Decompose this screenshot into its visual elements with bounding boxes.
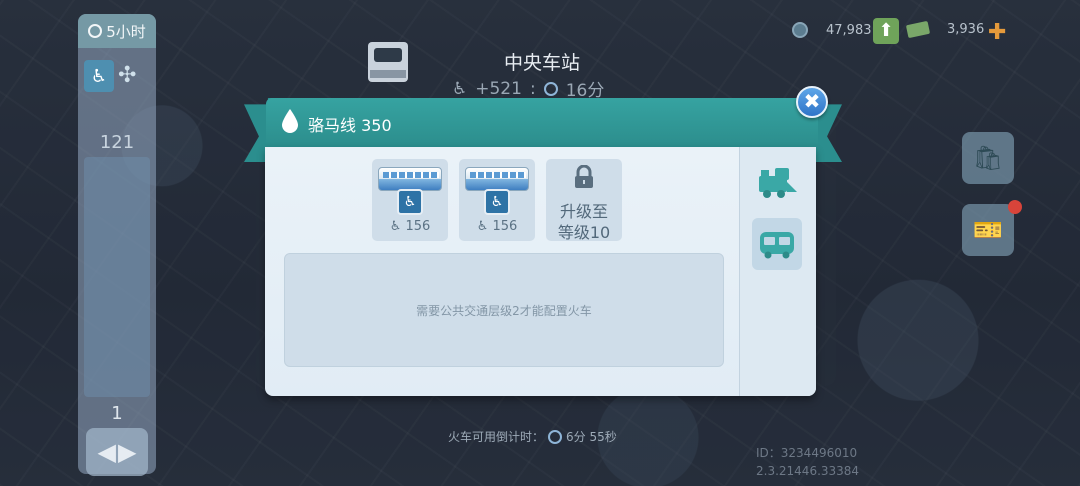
tab-bus[interactable] (752, 218, 802, 270)
simoleon-counter: 47,983 (792, 22, 872, 38)
stopwatch-icon (548, 429, 563, 444)
version-info: ID：3234496010 2.3.21446.33384 (756, 444, 859, 480)
left-panel-list[interactable] (84, 157, 150, 397)
vehicle-slot-1[interactable]: ♿ ♿ 156 (372, 159, 448, 241)
train-countdown-value: 6分 55秒 (566, 430, 617, 444)
version-id: ID：3234496010 (756, 446, 858, 460)
station-icon (368, 42, 408, 82)
bus-car-image (378, 167, 442, 191)
arrow-right-icon[interactable]: ▶ (118, 438, 136, 466)
shop-bag-button[interactable]: 🛍 (962, 132, 1014, 184)
bus-car-image (465, 167, 529, 191)
left-panel-page: 1 (111, 403, 123, 424)
line-title: 骆马线 350 (308, 116, 392, 135)
slot-capacity: ♿ 156 (389, 219, 431, 234)
fan-icon: ✣ (118, 63, 137, 88)
ticket-icon: 🎫 (973, 216, 1003, 244)
arrow-up-icon[interactable]: ⬆ (873, 18, 899, 44)
slot-capacity-value: 156 (492, 219, 518, 234)
slot-capacity-value: 156 (405, 219, 431, 234)
notification-badge (1008, 200, 1022, 214)
cash-icon (905, 20, 931, 39)
plus-icon[interactable]: ✚ (988, 20, 1006, 45)
left-panel: 5小时 ♿ ✣ 121 1 ◀ ▶ (78, 14, 156, 476)
bus-icon (760, 232, 794, 259)
requirement-notice: 需要公共交通层级2才能配置火车 (284, 253, 724, 367)
train-countdown: 火车可用倒计时： 6分 55秒 (448, 428, 617, 445)
ticket-button[interactable]: 🎫 (962, 204, 1014, 256)
left-panel-seat: ♿ ✣ (84, 60, 146, 102)
seat-icon: ♿ (84, 60, 114, 92)
lock-icon (575, 165, 593, 188)
upgrade-line-1: 升级至 (559, 202, 608, 221)
simoleon-amount: 47,983 (826, 22, 872, 38)
station-separator: : (529, 78, 536, 99)
water-drop-icon (282, 109, 298, 133)
seat-icon: ♿ (397, 189, 423, 215)
left-right-arrows-button[interactable]: ◀ ▶ (86, 428, 148, 476)
version-build: 2.3.21446.33384 (756, 464, 860, 478)
tab-train[interactable] (752, 156, 802, 208)
upgrade-line-2: 等级10 (557, 223, 611, 242)
stopwatch-icon (543, 81, 558, 96)
arrow-left-icon[interactable]: ◀ (98, 438, 116, 466)
station-title: 中央车站 (503, 52, 580, 74)
close-icon: ✖ (803, 89, 821, 113)
left-panel-count: 121 (99, 132, 135, 153)
cash-amount: 3,936 (947, 22, 985, 37)
left-panel-timer: 5小时 (78, 14, 156, 48)
station-bonus: +521 (475, 78, 522, 99)
seat-icon: ♿ (452, 78, 468, 99)
train-countdown-label: 火车可用倒计时： (448, 430, 545, 444)
left-panel-timer-text: 5小时 (106, 22, 146, 41)
vehicle-slot-2[interactable]: ♿ ♿ 156 (459, 159, 535, 241)
upgrade-requirement: 升级至 等级10 (546, 201, 622, 243)
cash-counter: 3,936 (905, 20, 985, 39)
train-icon (759, 168, 797, 198)
simoleon-icon (792, 22, 808, 38)
vehicle-slot-locked[interactable]: 升级至 等级10 (546, 159, 622, 243)
seat-icon: ♿ (484, 189, 510, 215)
slot-capacity: ♿ 156 (476, 219, 518, 234)
requirement-notice-text: 需要公共交通层级2才能配置火车 (416, 303, 592, 318)
shop-bag-icon: 🛍 (972, 144, 1004, 172)
stopwatch-icon (88, 24, 103, 38)
close-button[interactable]: ✖ (796, 86, 828, 118)
